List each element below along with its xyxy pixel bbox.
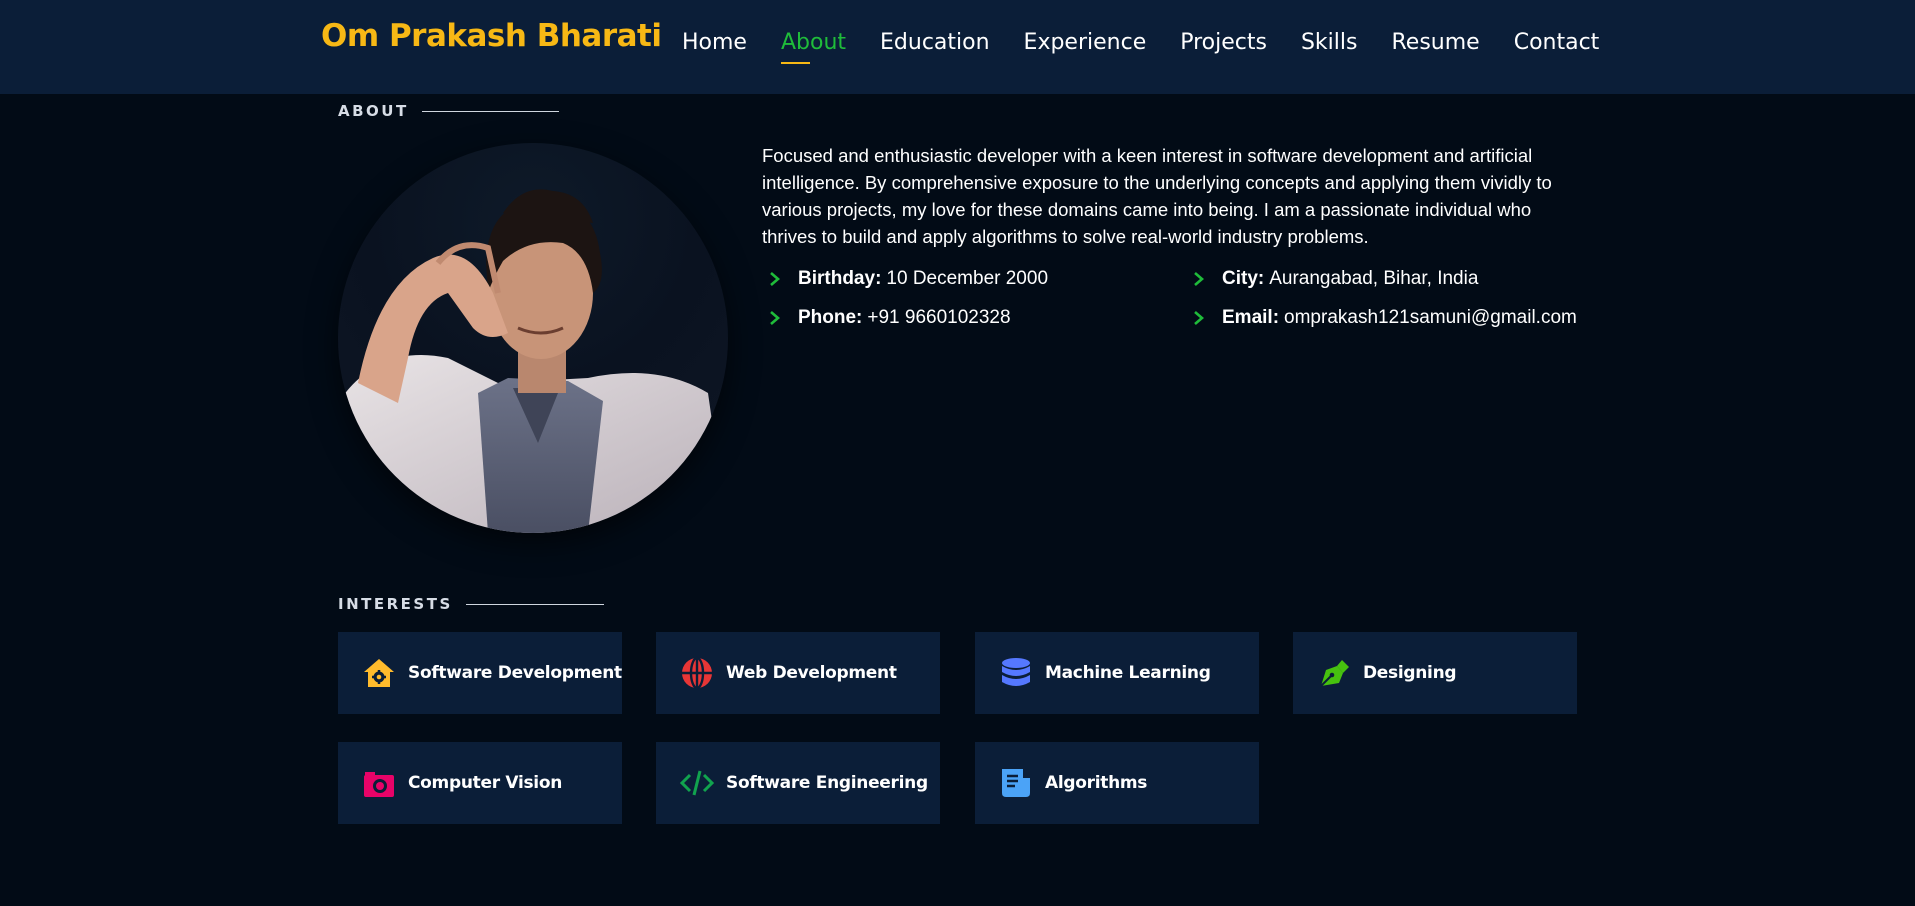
code-icon	[680, 770, 714, 796]
chevron-right-icon	[1194, 272, 1204, 286]
interest-card-web-development[interactable]: Web Development	[656, 632, 940, 714]
nav-skills[interactable]: Skills	[1301, 28, 1358, 68]
interest-label: Computer Vision	[408, 773, 563, 793]
interest-card-algorithms[interactable]: Algorithms	[975, 742, 1259, 824]
info-phone-label: Phone:	[798, 307, 863, 328]
interest-card-software-engineering[interactable]: Software Engineering	[656, 742, 940, 824]
info-city-label: City:	[1222, 268, 1265, 289]
about-title-divider	[421, 110, 559, 112]
interests-title-text: INTERESTS	[338, 595, 453, 613]
info-phone-value: +91 9660102328	[867, 307, 1011, 328]
info-phone: Phone: +91 9660102328	[764, 307, 1011, 329]
interest-label: Algorithms	[1045, 773, 1148, 793]
brand-logo[interactable]: Om Prakash Bharati	[321, 18, 662, 54]
info-email-value[interactable]: omprakash121samuni@gmail.com	[1284, 307, 1577, 329]
interests-title-divider	[465, 603, 604, 605]
info-birthday-label: Birthday:	[798, 268, 882, 289]
chevron-right-icon	[770, 311, 780, 325]
info-city-value: Aurangabad, Bihar, India	[1269, 268, 1479, 289]
navbar: Om Prakash Bharati Home About Education …	[0, 0, 1915, 94]
pen-nib-icon	[1320, 660, 1349, 687]
nav-home[interactable]: Home	[682, 28, 747, 68]
interest-card-software-development[interactable]: Software Development	[338, 632, 622, 714]
interest-card-designing[interactable]: Designing	[1293, 632, 1577, 714]
nav-contact[interactable]: Contact	[1514, 28, 1600, 68]
house-gear-icon	[364, 659, 394, 687]
interests-section-title: INTERESTS	[338, 595, 604, 613]
interest-card-computer-vision[interactable]: Computer Vision	[338, 742, 622, 824]
about-bio: Focused and enthusiastic developer with …	[762, 145, 1552, 247]
nav-projects[interactable]: Projects	[1180, 28, 1267, 68]
interest-card-machine-learning[interactable]: Machine Learning	[975, 632, 1259, 714]
chevron-right-icon	[770, 272, 780, 286]
profile-photo-illustration	[338, 189, 728, 533]
info-email: Email: omprakash121samuni@gmail.com	[1188, 307, 1577, 329]
info-email-label: Email:	[1222, 307, 1280, 328]
about-title-text: ABOUT	[338, 102, 409, 120]
main-nav: Home About Education Experience Projects…	[682, 28, 1599, 68]
interest-label: Machine Learning	[1045, 663, 1211, 683]
interest-label: Web Development	[726, 663, 897, 683]
nav-resume[interactable]: Resume	[1391, 28, 1479, 68]
about-section-title: ABOUT	[338, 102, 559, 120]
interest-label: Software Development	[408, 663, 622, 683]
profile-photo	[338, 143, 728, 533]
nav-about[interactable]: About	[780, 28, 846, 68]
nav-experience[interactable]: Experience	[1024, 28, 1147, 68]
document-icon	[1002, 769, 1030, 797]
globe-icon	[682, 656, 712, 690]
interest-label: Software Engineering	[726, 773, 928, 793]
info-city: City: Aurangabad, Bihar, India	[1188, 268, 1478, 290]
nav-education[interactable]: Education	[880, 28, 990, 68]
info-birthday-value: 10 December 2000	[886, 268, 1049, 289]
database-icon	[1002, 658, 1030, 686]
info-birthday: Birthday: 10 December 2000	[764, 268, 1048, 290]
camera-icon	[364, 772, 394, 797]
chevron-right-icon	[1194, 311, 1204, 325]
interest-label: Designing	[1363, 663, 1457, 683]
